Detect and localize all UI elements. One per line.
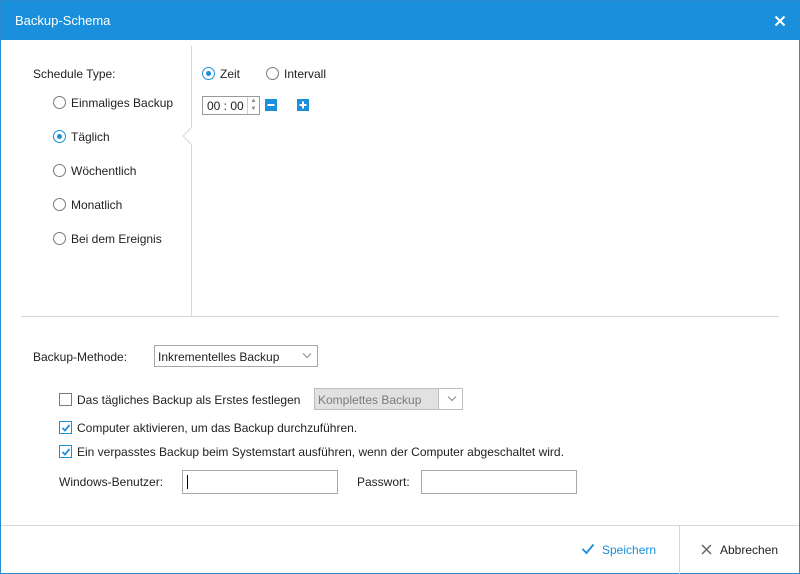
selection-notch — [182, 128, 194, 144]
schedule-option-label: Wöchentlich — [71, 164, 137, 178]
minus-icon — [267, 104, 275, 106]
radio-interval[interactable] — [266, 67, 279, 80]
close-button[interactable] — [767, 8, 793, 34]
radio-time[interactable] — [202, 67, 215, 80]
chevron-down-icon — [302, 353, 312, 359]
check-icon — [61, 448, 71, 456]
title-bar: Backup-Schema — [1, 1, 799, 40]
windows-user-input[interactable] — [182, 470, 338, 494]
wake-computer-checkbox[interactable] — [59, 421, 72, 434]
radio-weekly[interactable] — [53, 164, 66, 177]
first-backup-label: Das tägliches Backup als Erstes festlege… — [77, 393, 301, 407]
radio-daily[interactable] — [53, 130, 66, 143]
radio-once[interactable] — [53, 96, 66, 109]
close-icon — [774, 15, 786, 27]
save-button[interactable]: Speichern — [579, 538, 671, 562]
spin-down-icon[interactable]: ▼ — [248, 105, 259, 113]
password-input[interactable] — [421, 470, 577, 494]
password-label: Passwort: — [357, 475, 410, 489]
missed-backup-label: Ein verpasstes Backup beim Systemstart a… — [77, 445, 564, 459]
missed-backup-checkbox[interactable] — [59, 445, 72, 458]
mode-option-label: Zeit — [220, 67, 241, 81]
backup-method-select[interactable]: Inkrementelles Backup — [154, 345, 318, 367]
cancel-button[interactable]: Abbrechen — [699, 538, 789, 562]
radio-event[interactable] — [53, 232, 66, 245]
schedule-option-label: Täglich — [71, 130, 110, 144]
mode-option-label: Intervall — [284, 67, 327, 81]
cancel-label: Abbrechen — [720, 543, 779, 557]
backup-schedule-dialog: Backup-Schema Schedule Type: Einmaliges … — [0, 0, 800, 574]
text-caret — [187, 475, 188, 489]
close-icon — [701, 544, 712, 555]
radio-monthly[interactable] — [53, 198, 66, 211]
time-spinner[interactable]: ▲ ▼ — [247, 97, 259, 114]
backup-method-label: Backup-Methode: — [33, 350, 128, 364]
wake-computer-label: Computer aktivieren, um das Backup durch… — [77, 421, 358, 435]
remove-time-button[interactable] — [265, 99, 277, 111]
panel-divider — [191, 46, 192, 316]
save-label: Speichern — [602, 543, 657, 557]
plus-icon — [299, 101, 307, 109]
first-backup-type-select: Komplettes Backup — [314, 388, 463, 410]
check-icon — [61, 424, 71, 432]
schedule-option-label: Bei dem Ereignis — [71, 232, 162, 246]
dialog-title: Backup-Schema — [15, 13, 111, 28]
windows-user-label: Windows-Benutzer: — [59, 475, 164, 489]
schedule-type-label: Schedule Type: — [33, 67, 116, 81]
time-picker[interactable]: 00 : 00 ▲ ▼ — [202, 96, 260, 115]
first-backup-type-value: Komplettes Backup — [318, 393, 422, 407]
chevron-down-icon — [447, 396, 457, 402]
schedule-option-label: Monatlich — [71, 198, 123, 212]
checkmark-icon — [581, 543, 595, 555]
schedule-option-label: Einmaliges Backup — [71, 96, 174, 110]
backup-method-value: Inkrementelles Backup — [158, 350, 280, 364]
time-value: 00 : 00 — [207, 99, 244, 113]
section-divider — [21, 316, 779, 317]
add-time-button[interactable] — [297, 99, 309, 111]
footer-separator — [679, 526, 680, 574]
spin-up-icon[interactable]: ▲ — [248, 97, 259, 105]
first-backup-checkbox[interactable] — [59, 393, 72, 406]
